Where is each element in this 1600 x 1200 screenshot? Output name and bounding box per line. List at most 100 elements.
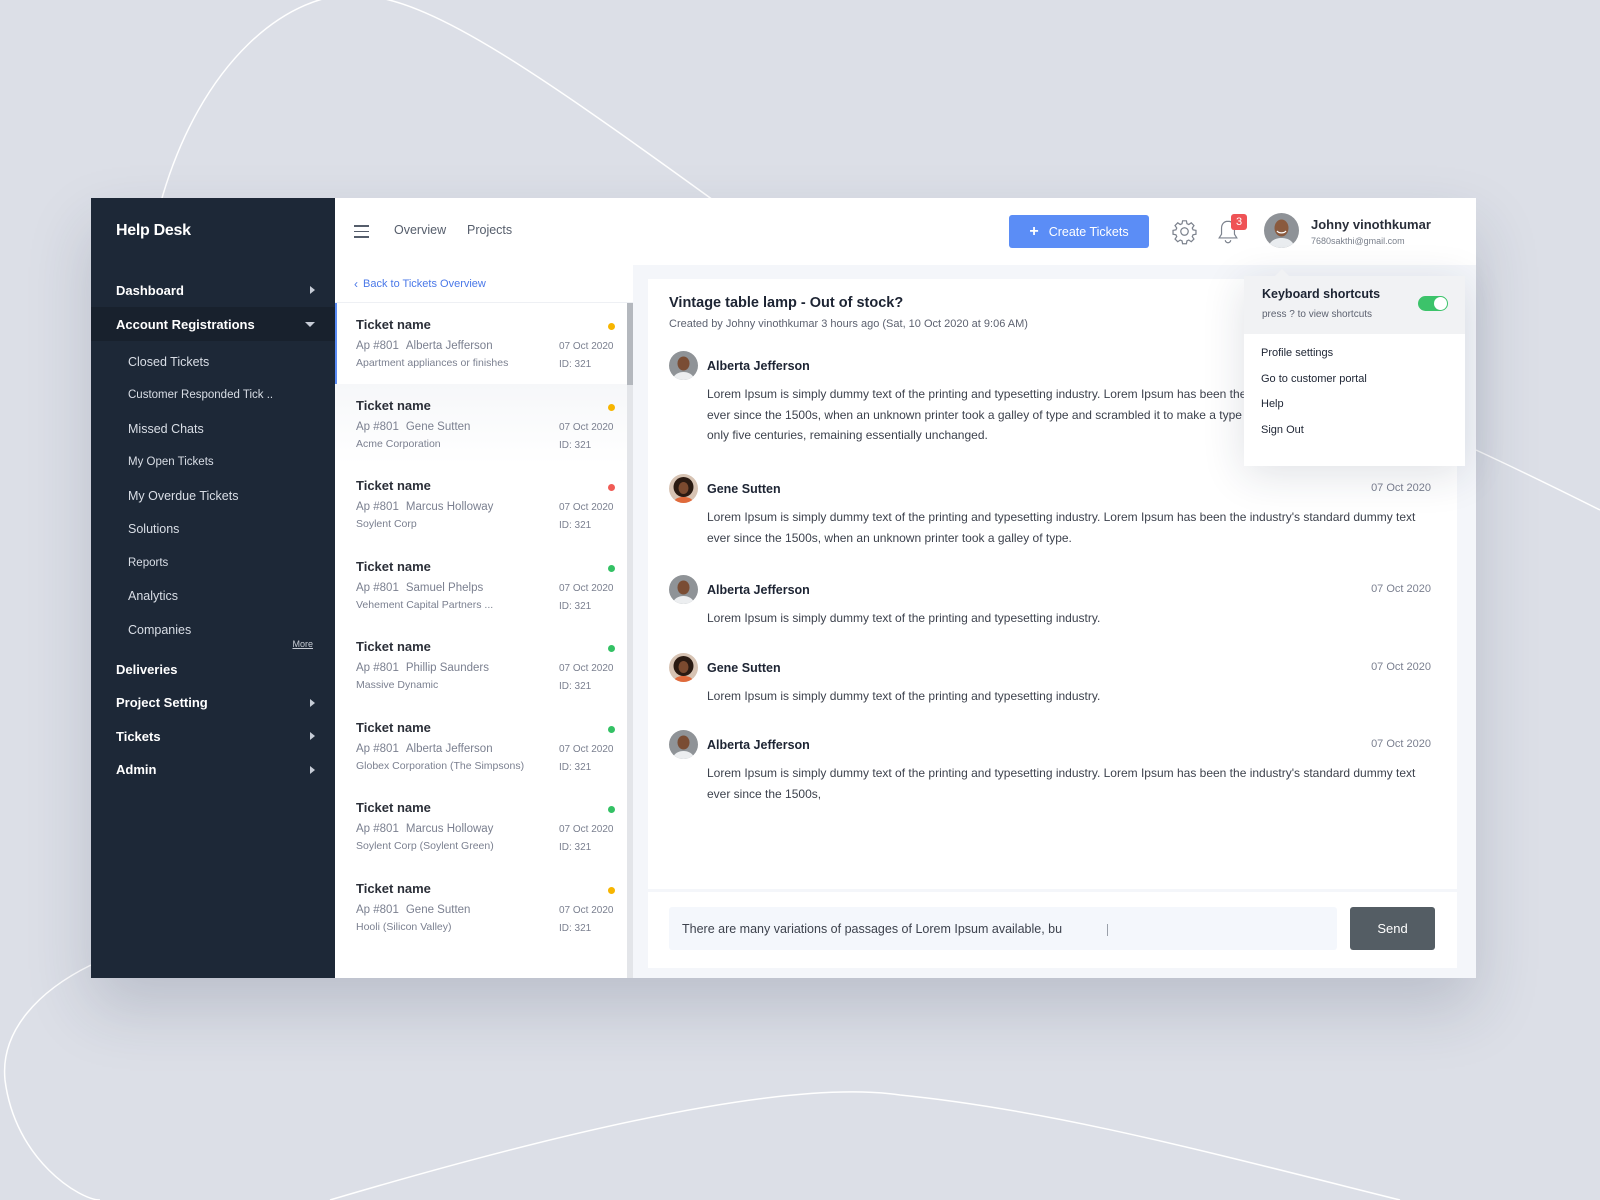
status-dot-icon	[608, 403, 615, 411]
keyboard-shortcuts-toggle[interactable]	[1418, 296, 1448, 311]
ticket-id: ID: 321	[559, 439, 592, 451]
ticket-ap: Ap #801	[356, 662, 399, 674]
caret-right-icon	[310, 765, 315, 774]
menu-item-help[interactable]: Help	[1261, 398, 1284, 410]
ticket-list-item[interactable]: Ticket name Ap #801 Marcus Holloway Soylent…	[335, 464, 633, 545]
ticket-id: ID: 321	[559, 761, 592, 773]
sidebar-item-tickets[interactable]: Tickets	[91, 720, 335, 754]
caret-right-icon	[310, 698, 315, 707]
ticket-date: 07 Oct 2020	[559, 421, 614, 433]
ticket-person: Gene Sutten	[405, 420, 471, 433]
sidebar-subnav: Closed Tickets Customer Responded Tick .…	[91, 341, 335, 653]
ticket-company: Apartment appliances or finishes	[356, 357, 509, 369]
status-dot-icon	[608, 564, 615, 572]
ticket-id: ID: 321	[559, 359, 592, 370]
message-author: Alberta Jefferson	[707, 738, 810, 752]
sidebar-subitem-closed-tickets[interactable]: Closed Tickets	[91, 345, 335, 379]
sidebar-subitem-missed-chats[interactable]: Missed Chats	[91, 412, 335, 446]
back-to-tickets-link[interactable]: ‹ Back to Tickets Overview	[335, 265, 633, 303]
ticket-title: Vintage table lamp - Out of stock?	[669, 295, 904, 311]
ticket-company: Massive Dynamic	[356, 679, 439, 691]
sidebar-subitem-my-overdue-tickets[interactable]: My Overdue Tickets	[91, 479, 335, 513]
status-dot-icon	[608, 886, 615, 894]
ticket-list-item[interactable]: Ticket name Ap #801 Alberta Jefferson Apart…	[335, 303, 633, 384]
ticket-date: 07 Oct 2020	[559, 663, 614, 674]
ticket-person: Marcus Holloway	[405, 501, 494, 513]
brand-logo: Help Desk	[116, 222, 191, 239]
user-email: 7680sakthi@gmail.com	[1311, 236, 1405, 246]
composer-divider	[648, 889, 1457, 892]
create-tickets-button[interactable]: + Create Tickets	[1009, 215, 1149, 248]
toggle-knob	[1434, 297, 1447, 310]
message-author: Gene Sutten	[707, 482, 781, 496]
ticket-name: Ticket name	[356, 558, 431, 574]
ticket-list-item[interactable]: Ticket name Ap #801 Gene Sutten Hooli (Sili…	[335, 867, 633, 948]
ticket-ap: Ap #801	[356, 420, 399, 433]
menu-item-profile-settings[interactable]: Profile settings	[1261, 347, 1333, 359]
message-author: Alberta Jefferson	[707, 583, 810, 597]
user-avatar[interactable]	[1264, 213, 1299, 248]
sidebar-item-account-registrations[interactable]: Account Registrations	[91, 307, 335, 341]
send-button[interactable]: Send	[1350, 907, 1435, 950]
ticket-name: Ticket name	[356, 719, 431, 735]
sidebar-item-dashboard[interactable]: Dashboard	[91, 273, 335, 307]
message-avatar	[669, 730, 698, 759]
message-avatar	[669, 474, 698, 503]
ticket-ap: Ap #801	[356, 742, 399, 755]
sidebar-item-deliveries[interactable]: Deliveries	[91, 653, 335, 687]
chevron-left-icon: ‹	[354, 276, 358, 291]
plus-icon: +	[1029, 222, 1039, 240]
caret-down-icon	[305, 321, 315, 327]
ticket-date: 07 Oct 2020	[559, 582, 614, 594]
sidebar-item-label: Dashboard	[116, 282, 184, 298]
ticket-person: Samuel Phelps	[405, 581, 484, 594]
sidebar-subitem-solutions[interactable]: Solutions	[91, 513, 335, 547]
ticket-list-scrollbar[interactable]	[627, 303, 633, 978]
text-cursor	[1107, 924, 1108, 936]
sidebar-item-label: Tickets	[116, 728, 161, 744]
ticket-company: Soylent Corp	[356, 518, 417, 530]
sidebar-item-label: Project Setting	[116, 695, 208, 711]
sidebar-subitem-customer-responded[interactable]: Customer Responded Tick ..	[91, 379, 335, 413]
status-dot-icon	[608, 806, 615, 813]
ticket-list-item[interactable]: Ticket name Ap #801 Alberta Jefferson Globe…	[335, 706, 633, 787]
back-label: Back to Tickets Overview	[363, 277, 486, 290]
nav-link-projects[interactable]: Projects	[467, 223, 512, 237]
sidebar-item-label: Account Registrations	[116, 316, 255, 332]
ticket-company: Vehement Capital Partners ...	[356, 598, 494, 611]
ticket-name: Ticket name	[356, 478, 431, 493]
sidebar-item-admin[interactable]: Admin	[91, 753, 335, 787]
ticket-date: 07 Oct 2020	[559, 904, 614, 916]
sidebar-item-project-setting[interactable]: Project Setting	[91, 686, 335, 720]
ticket-list-item[interactable]: Ticket name Ap #801 Gene Sutten Acme Corpor…	[335, 383, 633, 464]
ticket-list-item[interactable]: Ticket name Ap #801 Phillip Saunders Massiv…	[335, 625, 633, 706]
ticket-person: Alberta Jefferson	[405, 340, 493, 352]
keyboard-shortcuts-title: Keyboard shortcuts	[1262, 287, 1381, 301]
sidebar-nav: Dashboard Account Registrations Closed T…	[91, 273, 335, 787]
ticket-name: Ticket name	[356, 800, 431, 815]
sidebar: Help Desk Dashboard Account Registration…	[91, 198, 335, 978]
ticket-list-item[interactable]: Ticket name Ap #801 Marcus Holloway Soylent…	[335, 786, 633, 867]
sidebar-subitem-my-open-tickets[interactable]: My Open Tickets	[91, 446, 335, 480]
keyboard-shortcuts-section: Keyboard shortcuts press ? to view short…	[1244, 276, 1465, 334]
menu-item-customer-portal[interactable]: Go to customer portal	[1261, 373, 1367, 385]
ticket-list-item[interactable]: Ticket name Ap #801 Samuel Phelps Vehement …	[335, 545, 633, 626]
message-date: 07 Oct 2020	[1371, 738, 1431, 750]
sidebar-subitem-analytics[interactable]: Analytics	[91, 580, 335, 614]
message-body: Lorem Ipsum is simply dummy text of the …	[707, 510, 1416, 545]
sidebar-subitem-reports[interactable]: Reports	[91, 546, 335, 580]
message-body: Lorem Ipsum is simply dummy text of the …	[707, 611, 1101, 625]
scrollbar-thumb[interactable]	[627, 303, 633, 385]
reply-input[interactable]	[669, 907, 1337, 950]
ticket-person: Phillip Saunders	[405, 662, 489, 674]
settings-gear-icon[interactable]	[1171, 218, 1198, 245]
message-avatar	[669, 575, 698, 604]
ticket-name: Ticket name	[356, 639, 431, 654]
message-body: Lorem Ipsum is simply dummy text of the …	[707, 689, 1101, 703]
top-bar: Overview Projects + Create Tickets 3 Joh…	[335, 198, 1476, 265]
menu-icon[interactable]	[354, 225, 369, 238]
notification-count-badge: 3	[1231, 214, 1247, 230]
menu-item-sign-out[interactable]: Sign Out	[1261, 424, 1304, 436]
nav-link-overview[interactable]: Overview	[394, 223, 446, 237]
more-link[interactable]: More	[91, 639, 335, 653]
